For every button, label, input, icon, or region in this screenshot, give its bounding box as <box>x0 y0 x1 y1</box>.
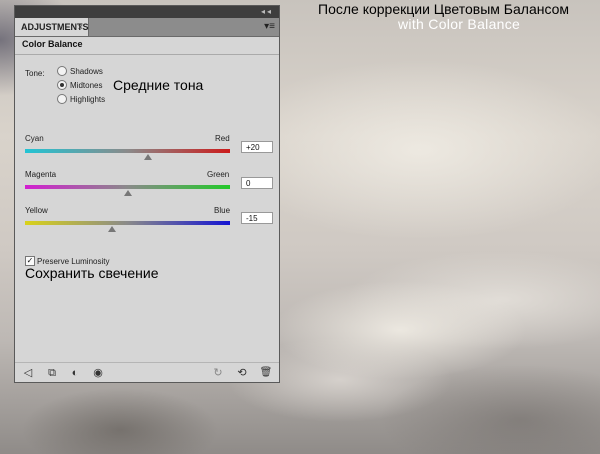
radio-label: Midtones <box>70 81 103 90</box>
collapse-icon[interactable]: ◂◂ <box>261 6 273 18</box>
cyan-red-value-field[interactable]: +20 <box>241 141 273 153</box>
eye-icon[interactable]: ◉ <box>91 366 105 380</box>
radio-highlights[interactable]: Highlights <box>57 93 106 106</box>
slider-yellow-blue-thumb[interactable] <box>108 226 117 232</box>
panel-title: Color Balance <box>22 39 83 49</box>
panel-bottom-bar: ◁ ⧉ ◐ ◉ ↻ ⟲ 🗑 <box>15 362 279 383</box>
tone-label: Tone: <box>25 69 45 78</box>
slider-magenta-green-thumb[interactable] <box>123 190 132 196</box>
slider-yellow-label: Yellow <box>25 206 48 215</box>
panel-menu-icon[interactable]: ▾≡ <box>264 20 275 34</box>
yellow-blue-value-field[interactable]: -15 <box>241 212 273 224</box>
divider <box>15 54 279 55</box>
slider-blue-label: Blue <box>214 206 231 215</box>
slider-cyan-red-track[interactable] <box>25 149 230 153</box>
radio-midtones[interactable]: Midtones <box>57 79 103 92</box>
view-previous-icon[interactable]: ◐ <box>68 366 82 380</box>
tab-row: ADJUSTMENTS × ▾≡ <box>15 18 279 37</box>
tab-adjustments[interactable]: ADJUSTMENTS × <box>15 18 89 36</box>
radio-button[interactable] <box>57 79 67 90</box>
slider-yellow-blue-track[interactable] <box>25 221 230 225</box>
trash-icon[interactable]: 🗑 <box>259 366 273 380</box>
adjustments-panel: ◂◂ ADJUSTMENTS × ▾≡ Color Balance Tone: … <box>14 5 280 383</box>
slider-magenta-green-track[interactable] <box>25 185 230 189</box>
magenta-green-value-field[interactable]: 0 <box>241 177 273 189</box>
close-icon[interactable]: × <box>78 18 83 36</box>
radio-label: Highlights <box>70 95 106 104</box>
radio-button[interactable] <box>57 65 67 76</box>
radio-shadows[interactable]: Shadows <box>57 65 103 78</box>
loop-icon[interactable]: ↻ <box>211 366 225 380</box>
slider-green-label: Green <box>207 170 230 179</box>
heading-with-color-balance: with Color Balance <box>398 16 521 32</box>
reset-icon[interactable]: ⟲ <box>235 366 249 380</box>
slider-red-label: Red <box>215 134 230 143</box>
annotation-preserve-luminosity: Сохранить свечение <box>25 265 159 281</box>
back-arrow-icon[interactable]: ◁ <box>21 366 35 380</box>
slider-cyan-red-thumb[interactable] <box>144 154 152 160</box>
radio-label: Shadows <box>70 67 103 76</box>
slider-cyan-label: Cyan <box>25 134 44 143</box>
radio-button[interactable] <box>57 93 67 104</box>
clip-to-layer-icon[interactable]: ⧉ <box>45 366 59 380</box>
annotation-midtones: Средние тона <box>113 77 204 93</box>
heading-after-correction: После коррекции Цветовым Балансом <box>318 1 570 17</box>
slider-magenta-label: Magenta <box>25 170 57 179</box>
